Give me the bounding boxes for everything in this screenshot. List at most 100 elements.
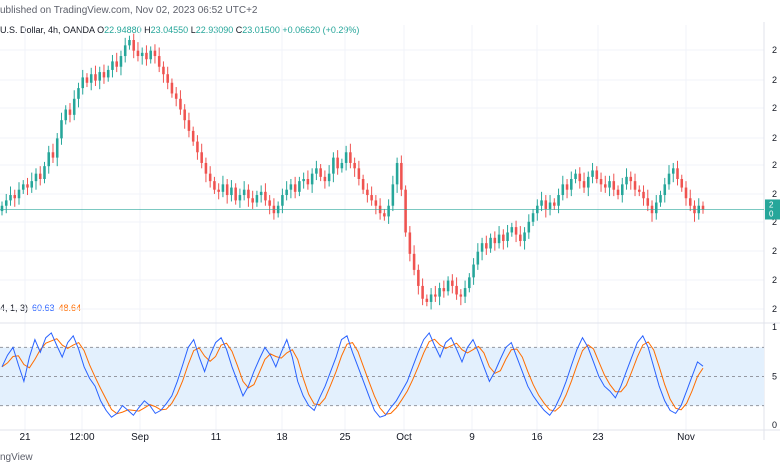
candle-body [30, 181, 34, 188]
candle-body [55, 138, 59, 158]
candle-body [544, 200, 548, 209]
candle-body [298, 181, 301, 192]
candle-body [387, 205, 390, 217]
candle-body [174, 93, 178, 99]
candle-body [221, 184, 225, 192]
y-tick-label: 2 [772, 304, 777, 314]
candle-body [561, 184, 565, 196]
candle-body [671, 168, 675, 174]
x-tick-label: Oct [396, 432, 412, 443]
candle-body [608, 181, 611, 188]
candle-body [319, 168, 322, 177]
candle-body [77, 88, 80, 99]
candle-body [34, 173, 38, 182]
candle-body [115, 61, 118, 67]
candle-body [591, 170, 594, 177]
candle-body [0, 205, 4, 212]
candle-body [43, 166, 46, 179]
candle-body [646, 198, 650, 206]
candle-body [217, 189, 220, 192]
candle-body [179, 98, 182, 110]
candle-body [162, 66, 165, 75]
candle-body [429, 294, 433, 302]
candle-body [548, 202, 552, 209]
candle-body [200, 152, 203, 163]
candle-body [349, 152, 352, 163]
candle-body [502, 234, 505, 242]
candle-body [395, 162, 399, 185]
candle-body [17, 189, 21, 199]
candle-body [21, 184, 25, 190]
candle-body [485, 243, 488, 249]
candle-body [519, 234, 522, 242]
candle-body [400, 162, 403, 190]
candle-body [89, 74, 93, 83]
candle-body [234, 187, 237, 201]
candle-body [64, 109, 68, 121]
candle-body [612, 181, 616, 190]
candle-body [654, 202, 658, 214]
candle-body [680, 179, 684, 188]
candle-body [366, 189, 369, 196]
candle-body [574, 173, 577, 179]
candle-body [81, 77, 84, 89]
candle-body [136, 50, 140, 57]
candle-body [510, 227, 514, 233]
candle-body [637, 189, 641, 192]
time-x-axis[interactable]: 21 12:00 Sep 11 18 25 Oct 9 16 23 Nov [19, 432, 694, 443]
candle-body [255, 195, 259, 203]
stoch-y-tick-label: 5 [772, 372, 777, 382]
candle-body [153, 50, 157, 57]
candle-body [489, 237, 492, 249]
y-tick-label: 2 [772, 246, 777, 256]
candle-body [391, 184, 395, 206]
x-tick-label: 9 [469, 432, 475, 443]
x-tick-label: 25 [339, 432, 351, 443]
candle-body [230, 187, 233, 196]
candle-body [459, 294, 463, 297]
candle-body [340, 162, 344, 169]
candle-body [438, 288, 441, 297]
x-tick-label: 23 [592, 432, 604, 443]
candle-body [72, 98, 76, 115]
x-tick-label: 18 [276, 432, 288, 443]
stoch-y-tick-label: 1 [772, 322, 777, 332]
candle-body [247, 189, 250, 199]
candle-body [157, 56, 161, 67]
candle-body [472, 264, 475, 278]
candle-body [68, 109, 72, 115]
candle-body [111, 61, 114, 70]
x-tick-label: Nov [677, 432, 695, 443]
candle-body [565, 184, 569, 190]
candle-body [531, 213, 535, 222]
candle-body [293, 184, 297, 192]
candle-body [595, 170, 599, 179]
candle-body [514, 227, 518, 235]
candle-body [187, 120, 191, 131]
candle-body [251, 198, 254, 203]
candle-body [336, 157, 339, 169]
candle-body [642, 191, 645, 199]
stoch-band [0, 346, 764, 407]
candle-body [315, 168, 318, 174]
candle-body [191, 130, 195, 142]
candle-body [417, 269, 420, 286]
candle-body [553, 202, 556, 206]
chart-canvas[interactable]: 2222222222150 21 12:00 Sep 11 18 25 Oct 9 16 23 No… [0, 0, 780, 470]
y-tick-label: 2 [772, 45, 777, 55]
candle-body [370, 195, 373, 201]
candle-body [404, 189, 407, 233]
y-tick-label: 2 [772, 160, 777, 170]
candle-body [506, 232, 509, 242]
candle-body [421, 285, 424, 299]
candle-body [183, 109, 186, 121]
candle-body [629, 176, 633, 182]
candle-body [196, 141, 199, 153]
candle-body [676, 168, 679, 179]
price-y-axis[interactable]: 2222222222150 [772, 45, 777, 430]
x-tick-label: 21 [19, 432, 31, 443]
candle-body [476, 251, 480, 265]
candle-body [94, 74, 97, 81]
candle-body [208, 173, 212, 182]
candle-body [688, 198, 692, 206]
